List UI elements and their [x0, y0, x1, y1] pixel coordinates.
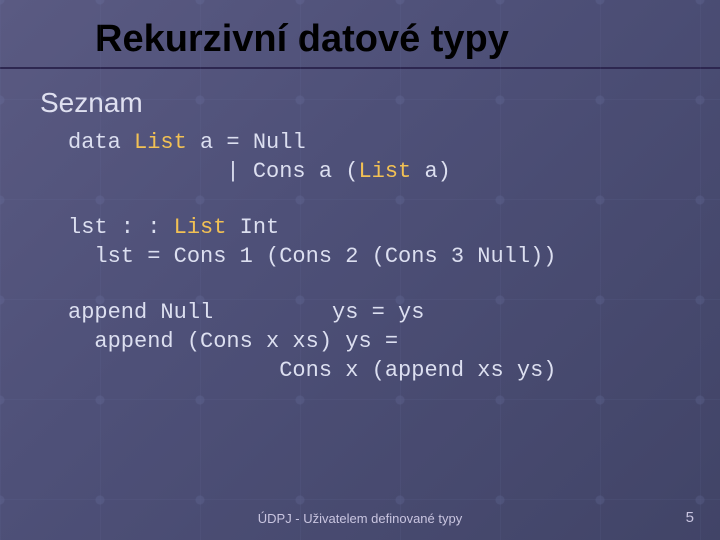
code-text: data	[68, 130, 134, 155]
code-text: a)	[411, 159, 451, 184]
code-text: lst = Cons 1 (Cons 2 (Cons 3 Null))	[68, 244, 556, 269]
code-keyword: List	[134, 130, 187, 155]
page-number: 5	[686, 509, 694, 526]
code-text: Int	[226, 215, 279, 240]
slide-body: Seznam data List a = Null | Cons a (List…	[0, 69, 720, 385]
code-text: a = Null	[187, 130, 306, 155]
code-keyword: List	[174, 215, 227, 240]
code-block-lst: lst : : List Int lst = Cons 1 (Cons 2 (C…	[68, 214, 680, 271]
code-block-append: append Null ys = ys append (Cons x xs) y…	[68, 299, 680, 385]
slide: Rekurzivní datové typy Seznam data List …	[0, 0, 720, 540]
code-block-datatype: data List a = Null | Cons a (List a)	[68, 129, 680, 186]
code-text: Cons x (append xs ys)	[68, 358, 556, 383]
code-text: | Cons a (	[68, 159, 358, 184]
section-heading: Seznam	[40, 87, 680, 119]
code-keyword: List	[358, 159, 411, 184]
title-wrap: Rekurzivní datové typy	[0, 0, 720, 69]
footer-text: ÚDPJ - Uživatelem definované typy	[0, 511, 720, 526]
code-text: lst : :	[68, 215, 174, 240]
code-text: append Null ys = ys	[68, 300, 424, 325]
slide-title: Rekurzivní datové typy	[95, 18, 720, 61]
code-text: append (Cons x xs) ys =	[68, 329, 398, 354]
